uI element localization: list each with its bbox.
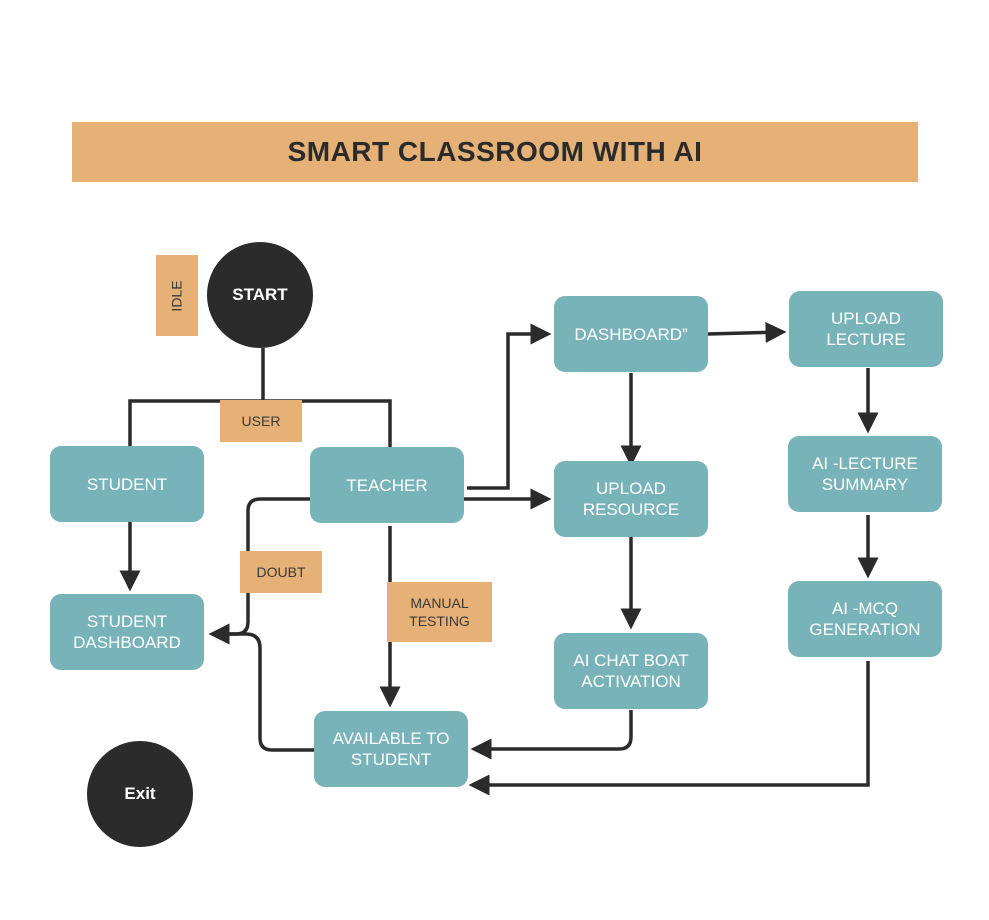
dashboard-node: DASHBOARD” [554, 296, 708, 372]
ai-chat-boat-node: AI CHAT BOAT ACTIVATION [554, 633, 708, 709]
student-node: STUDENT [50, 446, 204, 522]
connector-available-to-student-dashboard [230, 632, 314, 752]
manual-testing-label: MANUAL TESTING [387, 582, 492, 642]
ai-mcq-generation-node: AI -MCQ GENERATION [788, 581, 942, 657]
upload-lecture-node: UPLOAD LECTURE [789, 291, 943, 367]
exit-node: Exit [87, 741, 193, 847]
start-node: START [207, 242, 313, 348]
idle-label-text: IDLE [169, 279, 185, 312]
teacher-node: TEACHER [310, 447, 464, 523]
arrow-dashboard-to-upload-lecture [707, 321, 787, 343]
idle-label: IDLE [156, 255, 198, 336]
arrow-teacher-to-dashboard [467, 323, 552, 490]
diagram-title: SMART CLASSROOM WITH AI [72, 122, 918, 182]
upload-resource-node: UPLOAD RESOURCE [554, 461, 708, 537]
user-label: USER [220, 400, 302, 442]
flowchart-canvas: SMART CLASSROOM WITH AI START Exit IDLE … [0, 0, 989, 920]
available-to-student-node: AVAILABLE TO STUDENT [314, 711, 468, 787]
doubt-label: DOUBT [240, 551, 322, 593]
student-dashboard-node: STUDENT DASHBOARD [50, 594, 204, 670]
ai-lecture-summary-node: AI -LECTURE SUMMARY [788, 436, 942, 512]
arrow-chat-to-available [470, 710, 633, 760]
